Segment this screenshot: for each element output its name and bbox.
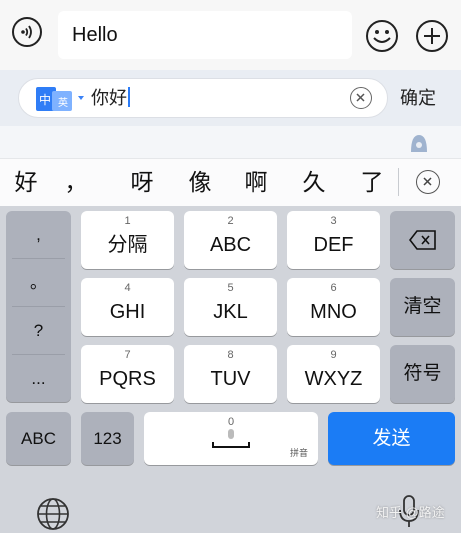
candidate-item[interactable]: 久 xyxy=(296,158,332,206)
microphone-icon xyxy=(228,429,234,439)
candidate-item[interactable]: 啊 xyxy=(238,158,274,206)
key-label: GHI xyxy=(109,301,146,323)
punctuation-column[interactable]: , 。 ? ... xyxy=(6,211,71,402)
space-key[interactable]: 0 拼音 xyxy=(144,412,318,465)
assistant-icon[interactable] xyxy=(407,132,431,154)
watermark: 知乎 @路途 xyxy=(376,505,445,520)
t9-key-9[interactable]: 9 WXYZ xyxy=(287,345,380,403)
t9-key-5[interactable]: 5 JKL xyxy=(184,278,277,336)
t9-key-3[interactable]: 3 DEF xyxy=(287,211,380,269)
message-input[interactable]: Hello xyxy=(58,11,352,59)
key-number: 8 xyxy=(227,349,234,361)
close-icon[interactable] xyxy=(416,170,440,194)
abc-button[interactable]: ABC xyxy=(6,412,71,465)
key-number: 4 xyxy=(124,282,131,294)
backspace-icon xyxy=(409,230,436,250)
candidate-item[interactable]: ， xyxy=(58,158,94,206)
key-label: 123 xyxy=(93,428,122,448)
key-label: ABC xyxy=(209,234,252,256)
compose-text: 你好 xyxy=(91,84,130,112)
t9-key-7[interactable]: 7 PQRS xyxy=(81,345,174,403)
ime-compose-field[interactable] xyxy=(18,78,388,118)
space-sublabel: 拼音 xyxy=(289,448,308,458)
backspace-button[interactable] xyxy=(390,211,455,269)
key-label: 清空 xyxy=(403,296,442,317)
key-label: PQRS xyxy=(99,368,156,390)
key-label: ABC xyxy=(21,428,56,448)
key-label: TUV xyxy=(210,368,251,390)
emoji-icon[interactable] xyxy=(365,19,399,53)
key-number: 6 xyxy=(330,282,337,294)
candidate-item[interactable]: 呀 xyxy=(124,158,160,206)
key-label: WXYZ xyxy=(304,368,363,390)
language-switch-icon[interactable]: 中 英 xyxy=(36,87,72,111)
key-label: 发送 xyxy=(372,427,411,449)
key-number: 2 xyxy=(227,215,234,227)
key-number: 7 xyxy=(124,349,131,361)
plus-icon[interactable] xyxy=(415,19,449,53)
t9-key-1[interactable]: 1 分隔 xyxy=(81,211,174,269)
key-label: 符号 xyxy=(403,363,442,384)
toolbar-strip xyxy=(0,126,461,158)
punct-key[interactable]: , xyxy=(6,211,71,258)
key-number: 3 xyxy=(330,215,337,227)
t9-key-2[interactable]: 2 ABC xyxy=(184,211,277,269)
send-button[interactable]: 发送 xyxy=(328,412,455,465)
key-label: MNO xyxy=(310,301,357,323)
key-number: 9 xyxy=(330,349,337,361)
candidate-item[interactable]: 了 xyxy=(354,158,390,206)
punct-key[interactable]: ... xyxy=(6,355,71,402)
lang-badge-left: 中 xyxy=(39,92,51,107)
chevron-down-icon[interactable] xyxy=(78,96,84,100)
candidate-item[interactable]: 好 xyxy=(8,158,44,206)
punct-key[interactable]: 。 xyxy=(6,259,71,306)
clear-button[interactable]: 清空 xyxy=(390,278,455,336)
symbols-button[interactable]: 符号 xyxy=(390,345,455,403)
clear-circle-icon[interactable] xyxy=(350,87,372,109)
candidate-item[interactable]: 像 xyxy=(182,158,218,206)
confirm-button[interactable]: 确定 xyxy=(400,86,436,110)
key-label: 分隔 xyxy=(107,234,148,256)
candidate-divider xyxy=(398,168,399,196)
key-number: 0 xyxy=(227,416,235,428)
punct-key[interactable]: ? xyxy=(6,307,71,354)
key-label: JKL xyxy=(213,301,248,323)
numbers-button[interactable]: 123 xyxy=(81,412,134,465)
key-number: 1 xyxy=(124,215,131,227)
globe-icon[interactable] xyxy=(36,497,70,531)
t9-key-6[interactable]: 6 MNO xyxy=(287,278,380,336)
key-number: 5 xyxy=(227,282,234,294)
lang-badge-right: 英 xyxy=(58,96,68,109)
voice-input-icon[interactable] xyxy=(12,17,42,47)
t9-key-4[interactable]: 4 GHI xyxy=(81,278,174,336)
t9-key-8[interactable]: 8 TUV xyxy=(184,345,277,403)
key-label: DEF xyxy=(313,234,354,256)
space-bar-icon xyxy=(212,442,250,448)
text-caret xyxy=(128,87,130,107)
